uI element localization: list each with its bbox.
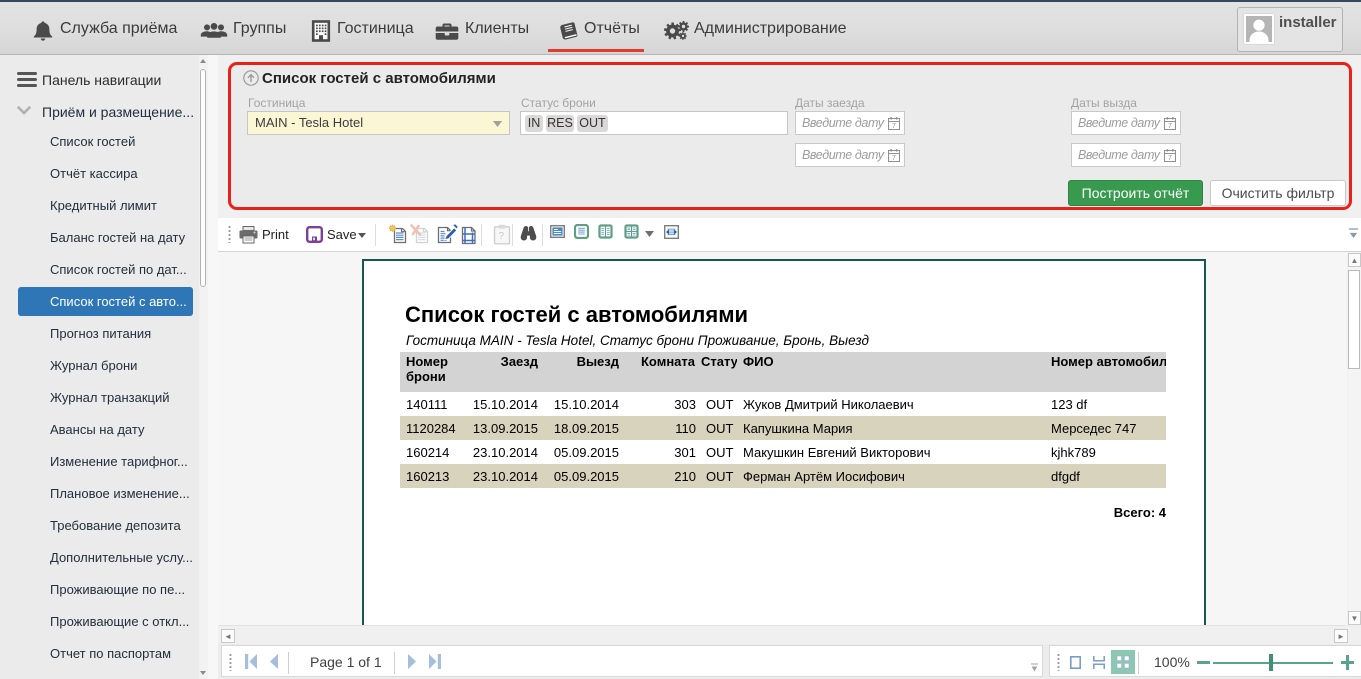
svg-text:7: 7 (1168, 123, 1172, 130)
svg-text:7: 7 (892, 123, 896, 130)
svg-text:7: 7 (1168, 155, 1172, 162)
svg-text:?: ? (499, 231, 505, 242)
svg-text:7: 7 (892, 155, 896, 162)
